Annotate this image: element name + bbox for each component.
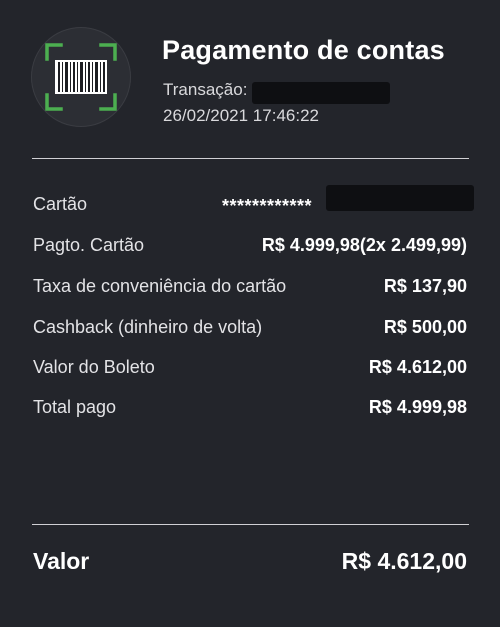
card-number-redaction xyxy=(326,185,474,211)
summary-label: Valor xyxy=(33,548,90,574)
detail-row-cashback: Cashback (dinheiro de volta) R$ 500,00 xyxy=(33,317,467,345)
total-paid-label: Total pago xyxy=(33,397,117,417)
summary-divider xyxy=(32,524,469,525)
fee-value: R$ 137,90 xyxy=(383,276,467,296)
card-payment-value: R$ 4.999,98(2x 2.499,99) xyxy=(261,235,467,255)
transaction-datetime: 26/02/2021 17:46:22 xyxy=(163,106,319,125)
header-divider xyxy=(32,158,469,159)
detail-row-card-payment: Pagto. Cartão R$ 4.999,98(2x 2.499,99) xyxy=(33,235,467,263)
card-number-masked: ************ xyxy=(222,196,313,216)
fee-label: Taxa de conveniência do cartão xyxy=(33,276,287,296)
transaction-id-redaction xyxy=(252,82,390,104)
page-title: Pagamento de contas xyxy=(162,35,445,65)
bill-value-label: Valor do Boleto xyxy=(33,357,155,377)
cashback-label: Cashback (dinheiro de volta) xyxy=(33,317,263,337)
transaction-label: Transação: xyxy=(163,80,248,99)
total-paid-value: R$ 4.999,98 xyxy=(368,397,467,417)
summary-row: Valor R$ 4.612,00 xyxy=(33,548,467,582)
cashback-value: R$ 500,00 xyxy=(383,317,467,337)
detail-row-fee: Taxa de conveniência do cartão R$ 137,90 xyxy=(33,276,467,304)
detail-row-total-paid: Total pago R$ 4.999,98 xyxy=(33,397,467,425)
card-label: Cartão xyxy=(33,194,88,214)
summary-value: R$ 4.612,00 xyxy=(341,548,467,574)
detail-row-bill-value: Valor do Boleto R$ 4.612,00 xyxy=(33,357,467,385)
bill-value-amount: R$ 4.612,00 xyxy=(368,357,467,377)
barcode-scan-icon xyxy=(31,27,131,127)
barcode-scan-graphic xyxy=(45,43,117,111)
card-payment-label: Pagto. Cartão xyxy=(33,235,145,255)
